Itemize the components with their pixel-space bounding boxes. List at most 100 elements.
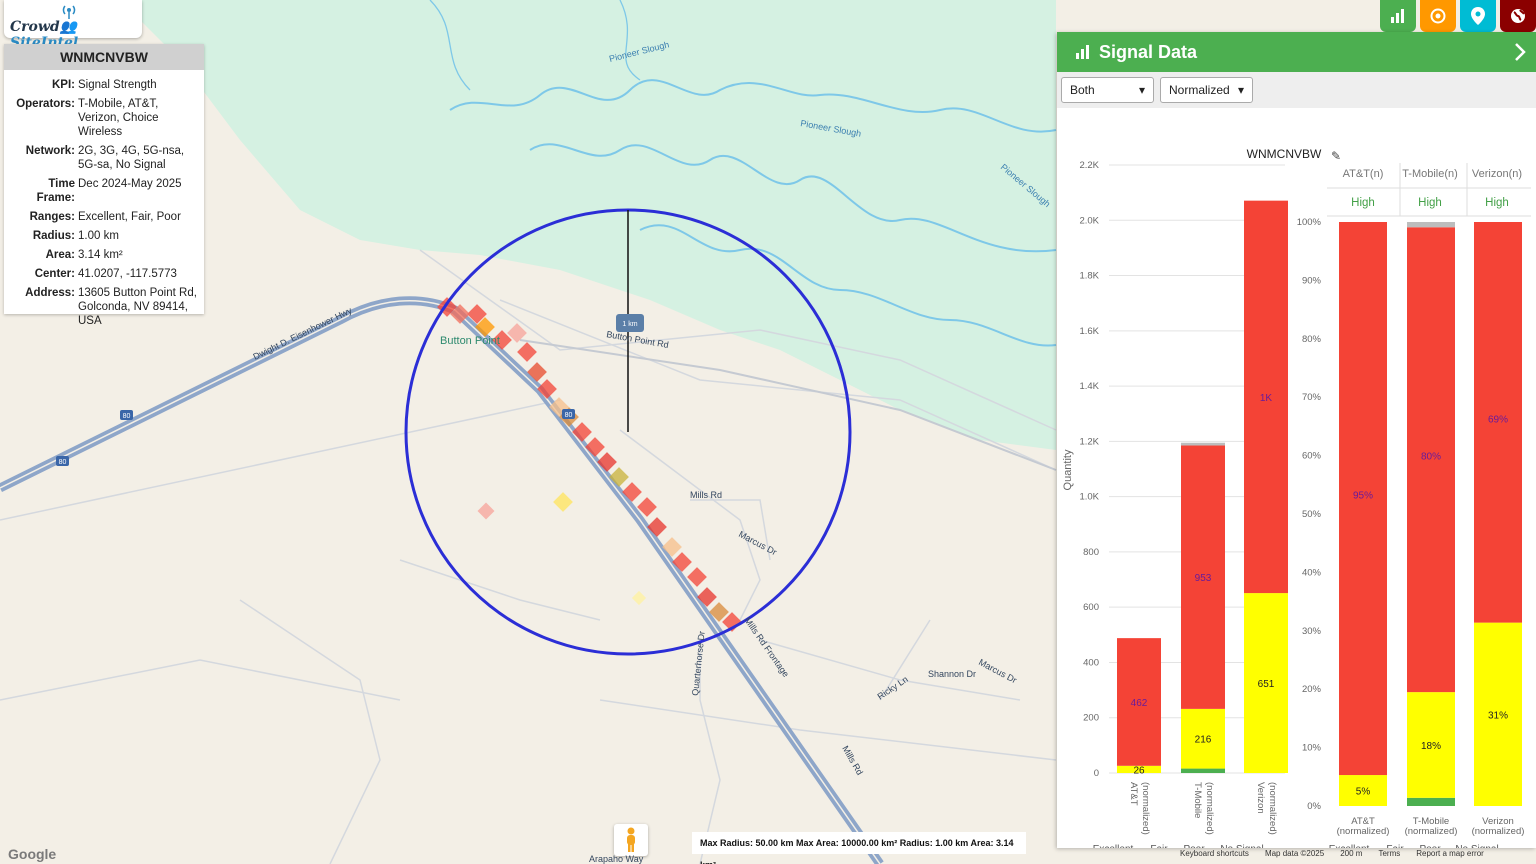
interstate-shield: 80: [120, 410, 133, 420]
terms-link[interactable]: Terms: [1378, 849, 1400, 858]
road-label: Shannon Dr: [928, 669, 976, 679]
y-tick-label: 90%: [1302, 275, 1322, 286]
info-row-area: Area: 3.14 km²: [45, 249, 123, 261]
y-tick-label: 0: [1094, 768, 1099, 779]
app-logo[interactable]: Crowd👥SiteIntel: [4, 0, 142, 51]
data-label: 31%: [1488, 710, 1508, 721]
bar-segment: [1181, 442, 1225, 446]
x-tick-label: (normalized): [1472, 826, 1525, 837]
x-tick-label: Verizon: [1255, 782, 1266, 814]
data-label: 216: [1195, 735, 1212, 746]
x-tick-label: (normalized): [1405, 826, 1458, 837]
y-tick-label: 600: [1083, 602, 1099, 613]
table-value: High: [1351, 197, 1375, 209]
bar-segment: [1407, 797, 1455, 806]
report-info-panel: WNMCNVBW KPI: Signal Strength Operators: T…: [4, 44, 204, 327]
bar-chart-icon[interactable]: [1380, 0, 1416, 32]
info-row-kpi: KPI: Signal Strength: [52, 79, 157, 91]
info-row-ranges: Ranges: Excellent, Fair, Poor: [29, 211, 181, 223]
signal-panel-header: Signal Data: [1057, 32, 1536, 72]
y-tick-label: 800: [1083, 547, 1099, 558]
target-icon[interactable]: [1420, 0, 1456, 32]
info-row-radius: Radius: 1.00 km: [32, 230, 119, 242]
radius-summary: Max Radius: 50.00 km Max Area: 10000.00 …: [692, 832, 1026, 864]
bar-chart-icon: [1076, 45, 1089, 59]
x-tick-label: (normalized): [1140, 782, 1151, 835]
chevron-down-icon: ▾: [1138, 83, 1145, 97]
table-header: T-Mobile(n): [1402, 168, 1458, 180]
data-label: 18%: [1421, 741, 1441, 752]
road-label: Arapaho Way: [589, 854, 644, 864]
map-footer: Keyboard shortcuts Map data ©2025 200 m …: [1180, 846, 1536, 860]
map-scale: 200 m: [1340, 848, 1363, 858]
scale-label: 1 km: [622, 321, 637, 328]
table-header: Verizon(n): [1472, 168, 1522, 180]
y-tick-label: 1.6K: [1079, 326, 1099, 337]
mode-select[interactable]: Both ▾: [1061, 77, 1154, 103]
table-value: High: [1418, 197, 1442, 209]
table-value: High: [1485, 197, 1509, 209]
chevron-right-icon[interactable]: [1514, 42, 1526, 62]
edit-icon: ✎: [1331, 149, 1341, 163]
y-tick-label: 1.8K: [1079, 271, 1099, 282]
info-row-network: Network: 2G, 3G, 4G, 5G-nsa, 5G-sa, No Si…: [25, 145, 185, 171]
report-title: WNMCNVBW: [4, 44, 204, 70]
scale-select[interactable]: Normalized ▾: [1160, 77, 1253, 103]
bar-segment: [1407, 222, 1455, 228]
globe-icon[interactable]: [1500, 0, 1536, 32]
data-label: 80%: [1421, 452, 1441, 463]
y-axis-label: Quantity: [1062, 449, 1074, 490]
info-row-address: Address: 13605 Button Point Rd, Golconda,…: [25, 287, 197, 327]
chart-title: WNMCNVBW: [1247, 147, 1322, 161]
y-tick-label: 1.2K: [1079, 436, 1099, 447]
place-label: Button Point: [440, 335, 500, 347]
x-tick-label: (normalized): [1267, 782, 1278, 835]
signal-panel-title: Signal Data: [1099, 41, 1198, 62]
map-data-credit: Map data ©2025: [1264, 848, 1325, 858]
legend-label: Excellent: [1093, 844, 1134, 848]
google-logo: Google: [8, 846, 57, 862]
street-view-pegman[interactable]: [614, 824, 648, 856]
legend-label: Fair: [1150, 844, 1168, 848]
data-label: 651: [1258, 679, 1275, 690]
y-tick-label: 2.0K: [1079, 215, 1099, 226]
svg-text:80: 80: [59, 459, 67, 466]
y-tick-label: 10%: [1302, 743, 1322, 754]
info-row-center: Center: 41.0207, -117.5773: [34, 268, 177, 280]
map-pin-icon[interactable]: [1460, 0, 1496, 32]
signal-data-panel: Signal Data Both ▾ Normalized ▾ WNMCNVBW ✎ 0…: [1057, 32, 1536, 848]
y-tick-label: 100%: [1297, 217, 1322, 228]
y-tick-label: 60%: [1302, 451, 1322, 462]
svg-text:80: 80: [565, 412, 573, 419]
info-row-operators: Operators: T-Mobile, AT&T, Verizon, Choic…: [16, 98, 159, 138]
interstate-shield: 80: [56, 456, 69, 466]
report-error-link[interactable]: Report a map error: [1416, 849, 1484, 858]
signal-chart: WNMCNVBW ✎ 0 200 400 600 800 1.0K 1.2K 1.4K 1.6K 1.…: [1062, 147, 1531, 848]
antenna-icon: [62, 5, 76, 19]
svg-text:80: 80: [123, 413, 131, 420]
data-label: 953: [1195, 573, 1212, 584]
y-tick-label: 50%: [1302, 509, 1322, 520]
top-toolbar: [1380, 0, 1536, 32]
x-tick-label: (normalized): [1204, 782, 1215, 835]
keyboard-shortcuts-link[interactable]: Keyboard shortcuts: [1180, 849, 1249, 858]
y-tick-label: 70%: [1302, 392, 1322, 403]
y-tick-label: 200: [1083, 713, 1099, 724]
x-tick-label: AT&T: [1128, 782, 1139, 806]
y-tick-label: 80%: [1302, 334, 1322, 345]
y-tick-label: 20%: [1302, 684, 1322, 695]
data-label: 95%: [1353, 491, 1373, 502]
info-row-timeframe: Time Frame: Dec 2024-May 2025: [36, 178, 182, 204]
y-tick-label: 1.0K: [1079, 492, 1099, 503]
y-tick-label: 30%: [1302, 626, 1322, 637]
y-tick-label: 1.4K: [1079, 381, 1099, 392]
road-label: Mills Rd: [690, 490, 722, 500]
interstate-shield: 80: [562, 409, 575, 419]
y-tick-label: 2.2K: [1079, 160, 1099, 171]
y-tick-label: 40%: [1302, 567, 1322, 578]
chevron-down-icon: ▾: [1237, 83, 1244, 97]
signal-panel-controls: Both ▾ Normalized ▾: [1057, 72, 1536, 108]
y-tick-label: 400: [1083, 657, 1099, 668]
data-label: 26: [1133, 765, 1145, 776]
y-tick-label: 0%: [1307, 801, 1321, 812]
